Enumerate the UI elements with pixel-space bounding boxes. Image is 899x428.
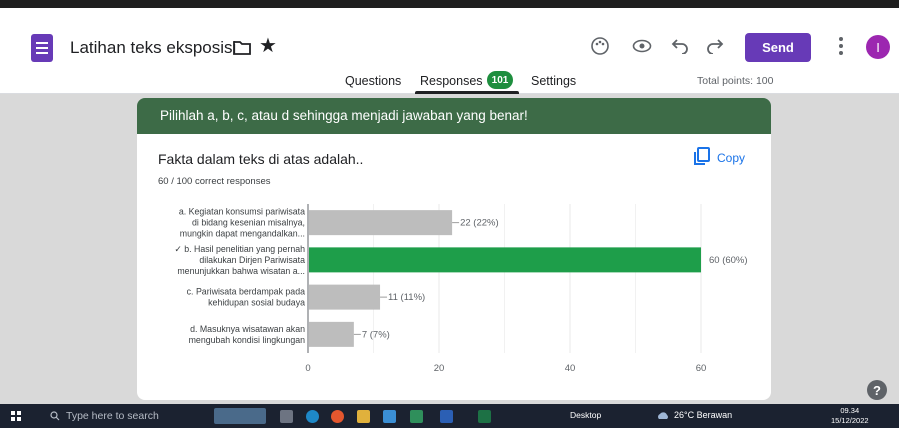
send-button[interactable]: Send	[745, 33, 811, 62]
taskbar-clock[interactable]: 09.34 15/12/2022	[831, 406, 869, 426]
bar	[309, 247, 701, 273]
category-label: d. Masuknya wisatawan akan	[190, 324, 305, 334]
weather-text: 26°C Berawan	[674, 410, 733, 420]
responses-count-badge: 101	[487, 71, 513, 89]
data-label: 60 (60%)	[709, 255, 748, 266]
more-options-icon[interactable]	[838, 35, 844, 57]
bar	[309, 284, 381, 310]
clock-time: 09.34	[840, 406, 860, 415]
category-label: menunjukkan bahwa wisatan a...	[177, 266, 305, 276]
category-label: a. Kegiatan konsumsi pariwisata	[179, 207, 305, 217]
file-explorer-icon[interactable]	[357, 410, 370, 423]
news-widget-icon[interactable]	[214, 408, 266, 424]
word-icon[interactable]	[440, 410, 453, 423]
edge-browser-icon[interactable]	[306, 410, 319, 423]
folder-icon[interactable]	[233, 40, 251, 56]
taskbar-search[interactable]: Type here to search	[34, 405, 204, 427]
data-label: 22 (22%)	[460, 218, 499, 229]
tab-responses[interactable]: Responses	[420, 74, 483, 88]
x-tick-label: 20	[434, 363, 445, 374]
windows-start-icon[interactable]	[11, 411, 21, 421]
top-strip	[0, 0, 899, 8]
category-label: kehidupan sosial budaya	[208, 298, 305, 308]
undo-icon[interactable]	[668, 34, 692, 58]
windows-taskbar: Type here to search Desktop 26°C Berawan…	[0, 404, 899, 428]
preview-eye-icon[interactable]	[630, 34, 654, 58]
cloud-icon	[658, 411, 668, 419]
bar	[309, 210, 453, 236]
store-icon[interactable]	[383, 410, 396, 423]
document-title[interactable]: Latihan teks eksposisi	[70, 38, 236, 58]
question-summary-card: Fakta dalam teks di atas adalah.. 60 / 1…	[137, 134, 771, 400]
palette-icon[interactable]	[588, 34, 612, 58]
forms-logo-icon[interactable]	[31, 34, 53, 62]
account-avatar[interactable]: I	[866, 35, 890, 59]
x-tick-label: 0	[305, 363, 310, 374]
category-label: di bidang kesenian misalnya,	[192, 218, 305, 228]
bar	[309, 321, 354, 347]
taskbar-search-placeholder: Type here to search	[66, 410, 159, 422]
task-view-icon[interactable]	[280, 410, 293, 423]
responses-bar-chart: 0 20 40 60 22 (22%) a. Kegiatan konsumsi pari…	[174, 204, 748, 374]
data-label: 7 (7%)	[362, 329, 390, 340]
redo-icon[interactable]	[703, 34, 727, 58]
x-tick-label: 60	[696, 363, 707, 374]
clock-date: 15/12/2022	[831, 416, 869, 425]
help-icon[interactable]: ?	[867, 380, 887, 400]
chrome-browser-icon[interactable]	[331, 410, 344, 423]
forms-header: Latihan teks eksposisi ★ Send I Question…	[0, 8, 899, 94]
x-tick-label: 40	[565, 363, 576, 374]
category-label: c. Pariwisata berdampak pada	[187, 287, 305, 297]
tab-questions[interactable]: Questions	[345, 74, 401, 88]
total-points: Total points: 100	[697, 75, 774, 87]
desktop-toolbar-label[interactable]: Desktop	[570, 410, 601, 420]
category-label: ✓ b. Hasil penelitian yang pernah	[174, 244, 305, 254]
section-header: Pilihlah a, b, c, atau d sehingga menjad…	[137, 98, 771, 134]
search-icon	[50, 411, 60, 421]
tab-settings[interactable]: Settings	[531, 74, 576, 88]
star-icon[interactable]: ★	[259, 36, 277, 56]
active-tab-indicator	[415, 91, 519, 94]
photos-icon[interactable]	[410, 410, 423, 423]
category-label: mungkin dapat mengandalkan...	[180, 229, 305, 239]
category-label: mengubah kondisi lingkungan	[189, 335, 306, 345]
data-label: 11 (11%)	[388, 292, 425, 303]
category-label: dilakukan Dirjen Pariwisata	[199, 255, 305, 265]
weather-widget[interactable]: 26°C Berawan	[656, 410, 732, 420]
excel-icon[interactable]	[478, 410, 491, 423]
